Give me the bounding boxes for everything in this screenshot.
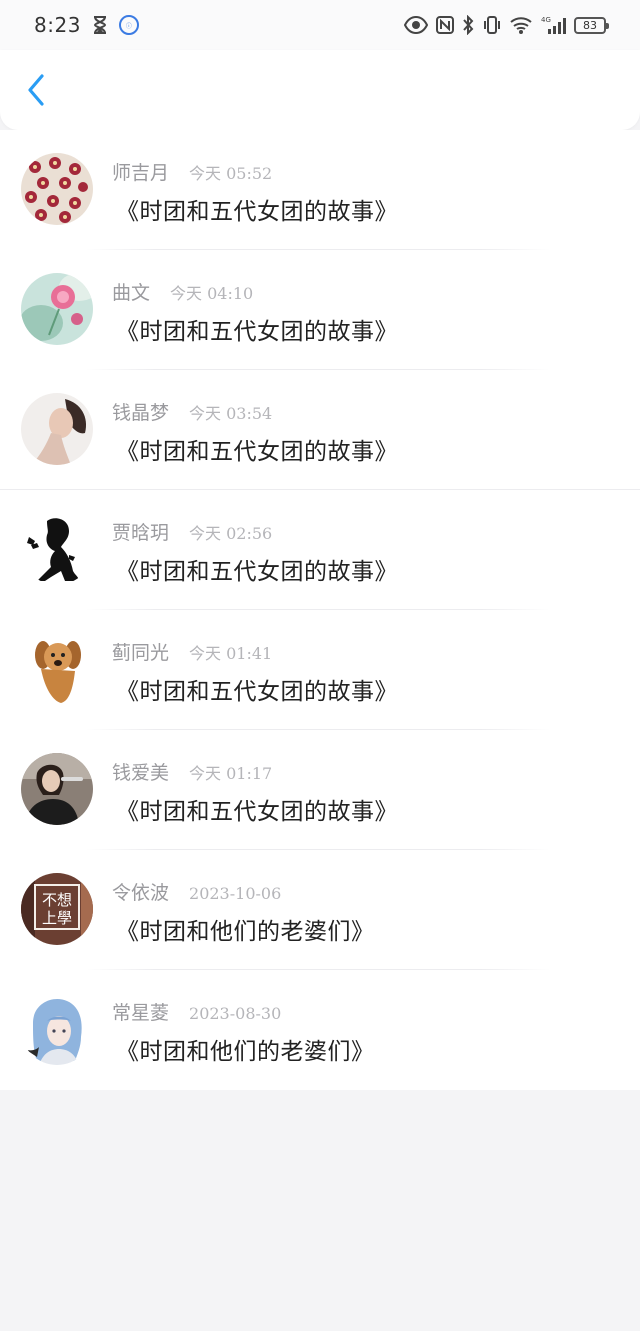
status-right: 4G 83 xyxy=(403,14,609,36)
list-item[interactable]: 不想 上學 令依波 2023-10-06 《时团和他们的老婆们》 xyxy=(0,850,640,970)
author-name: 钱爱美 xyxy=(112,762,170,784)
timestamp: 2023-08-30 xyxy=(189,1004,282,1023)
list-item[interactable]: 师吉月 今天 05:52 《时团和五代女团的故事》 xyxy=(0,130,640,250)
author-name: 师吉月 xyxy=(112,162,170,184)
item-meta: 贾晗玥 今天 02:56 xyxy=(112,518,272,545)
author-name: 曲文 xyxy=(112,282,151,304)
battery-icon: 83 xyxy=(574,16,609,34)
app-badge-icon: ⓘ xyxy=(118,15,139,35)
avatar-text-line1: 不想 xyxy=(42,891,72,909)
item-title: 《时团和他们的老婆们》 xyxy=(116,1039,375,1065)
timestamp: 今天 01:17 xyxy=(189,764,273,783)
avatar xyxy=(21,273,93,345)
item-meta: 常星菱 2023-08-30 xyxy=(112,998,281,1025)
list-item[interactable]: 常星菱 2023-08-30 《时团和他们的老婆们》 xyxy=(0,970,640,1090)
author-name: 钱晶梦 xyxy=(112,402,170,424)
author-name: 贾晗玥 xyxy=(112,522,170,544)
battery-level: 83 xyxy=(583,18,597,32)
status-time: 8:23 xyxy=(34,13,81,37)
item-meta: 钱晶梦 今天 03:54 xyxy=(112,398,272,425)
author-name: 令依波 xyxy=(112,882,170,904)
list-item[interactable]: 钱爱美 今天 01:17 《时团和五代女团的故事》 xyxy=(0,730,640,850)
item-title: 《时团和五代女团的故事》 xyxy=(116,679,398,705)
wifi-icon xyxy=(510,15,532,35)
message-list: 师吉月 今天 05:52 《时团和五代女团的故事》 曲文 今天 04:10 《时… xyxy=(0,130,640,1090)
back-button[interactable] xyxy=(18,72,54,112)
list-item[interactable]: 贾晗玥 今天 02:56 《时团和五代女团的故事》 xyxy=(0,490,640,610)
timestamp: 今天 03:54 xyxy=(189,404,273,423)
avatar xyxy=(21,633,93,705)
author-name: 蓟同光 xyxy=(112,642,170,664)
item-meta: 令依波 2023-10-06 xyxy=(112,878,281,905)
item-title: 《时团和五代女团的故事》 xyxy=(116,199,398,225)
item-meta: 蓟同光 今天 01:41 xyxy=(112,638,272,665)
nfc-icon xyxy=(436,15,454,35)
timestamp: 今天 04:10 xyxy=(170,284,254,303)
item-title: 《时团和五代女团的故事》 xyxy=(116,439,398,465)
avatar xyxy=(21,513,93,585)
item-title: 《时团和他们的老婆们》 xyxy=(116,919,375,945)
item-title: 《时团和五代女团的故事》 xyxy=(116,559,398,585)
author-name: 常星菱 xyxy=(112,1002,170,1024)
signal-icon: 4G xyxy=(540,15,566,35)
network-label: 4G xyxy=(541,16,551,24)
item-title: 《时团和五代女团的故事》 xyxy=(116,319,398,345)
timestamp: 今天 01:41 xyxy=(189,644,273,663)
avatar xyxy=(21,993,93,1065)
item-meta: 师吉月 今天 05:52 xyxy=(112,158,272,185)
item-title: 《时团和五代女团的故事》 xyxy=(116,799,398,825)
timestamp: 2023-10-06 xyxy=(189,884,282,903)
avatar-text-line2: 上學 xyxy=(42,909,72,927)
avatar xyxy=(21,153,93,225)
item-meta: 钱爱美 今天 01:17 xyxy=(112,758,272,785)
list-item[interactable]: 蓟同光 今天 01:41 《时团和五代女团的故事》 xyxy=(0,610,640,730)
avatar: 不想 上學 xyxy=(21,873,93,945)
avatar xyxy=(21,393,93,465)
hourglass-icon xyxy=(93,16,107,34)
status-left: 8:23 ⓘ xyxy=(34,13,139,37)
vibrate-icon xyxy=(482,15,502,35)
item-meta: 曲文 今天 04:10 xyxy=(112,278,253,305)
eye-icon xyxy=(403,15,429,35)
list-item[interactable]: 钱晶梦 今天 03:54 《时团和五代女团的故事》 xyxy=(0,370,640,490)
chevron-left-icon xyxy=(26,74,46,110)
list-item[interactable]: 曲文 今天 04:10 《时团和五代女团的故事》 xyxy=(0,250,640,370)
bluetooth-icon xyxy=(462,14,474,36)
timestamp: 今天 02:56 xyxy=(189,524,273,543)
avatar xyxy=(21,753,93,825)
header xyxy=(0,50,640,130)
timestamp: 今天 05:52 xyxy=(189,164,273,183)
status-bar: 8:23 ⓘ 4G 83 xyxy=(0,0,640,50)
